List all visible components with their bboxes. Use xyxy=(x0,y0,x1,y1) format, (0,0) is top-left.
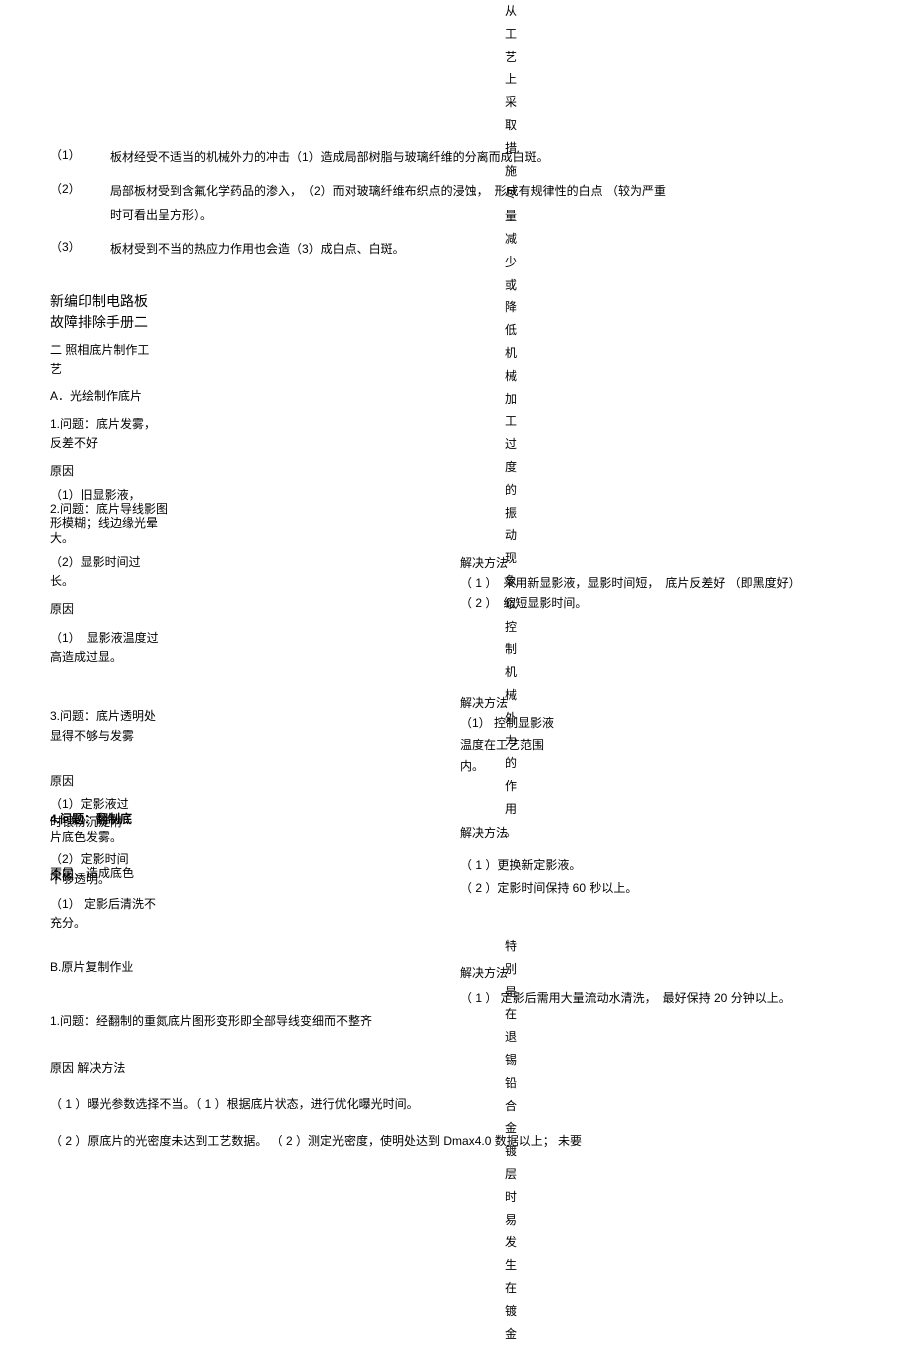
item-3-num: （3） xyxy=(50,237,110,261)
cause-solve-label: 原因 解决方法 xyxy=(50,1058,870,1080)
solve-1a: （ 1 ） 采用新显影液，显影时间短， 底片反差好 （即黑度好） xyxy=(460,573,801,595)
solve-label-3: 解决方法 xyxy=(460,823,508,845)
item-1-num: （1） xyxy=(50,145,110,169)
cause-3-overlap: （1）定影液过 4.问题：翻制底 时银粉沉淀附 片底色发雾。 xyxy=(50,797,170,844)
b1b: （ 2 ）原底片的光密度未达到工艺数据。 （ 2 ）测定光密度，使明处达到 Dm… xyxy=(50,1131,870,1153)
question-3: 3.问题：底片透明处显得不够与发雾 xyxy=(50,707,160,745)
item-2: （2） 局部板材受到含氟化学药品的渗入， （2）而对玻璃纤维布织点的浸蚀， 形成… xyxy=(50,179,870,227)
solve-2a: （1） 控制显影液温度在工艺范围内。 xyxy=(460,713,560,778)
section-A: A．光绘制作底片 xyxy=(50,387,160,406)
c1a: （1）旧显影液， xyxy=(50,488,170,502)
item-2-content: 局部板材受到含氟化学药品的渗入， （2）而对玻璃纤维布织点的浸蚀， 形成有规律性… xyxy=(110,179,870,227)
solve-label-2: 解决方法 xyxy=(460,693,508,715)
cause-1-overlap: （1）旧显影液， 2.问题：底片导线影图形模糊；线边缘光晕大。 xyxy=(50,488,170,546)
c3h: 不够透明。 xyxy=(50,872,170,886)
solve-1b: （ 2 ） 缩短显影时间。 xyxy=(460,593,587,615)
c3a: （1）定影液过 xyxy=(50,797,170,811)
c1b: 2.问题：底片导线影图形模糊；线边缘光晕大。 xyxy=(50,502,170,545)
main-title: 新编印制电路板故障排除手册二 xyxy=(50,291,160,333)
c3e: （2）定影时间 xyxy=(50,852,170,866)
c3c: 时银粉沉淀附 xyxy=(50,815,170,829)
b1a: （ 1 ）曝光参数选择不当。（ 1 ）根据底片状态，进行优化曝光时间。 xyxy=(50,1094,870,1116)
c1d: （1） 显影液温度过高造成过显。 xyxy=(50,629,160,667)
item-3: （3） 板材受到不当的热应力作用也会造（3）成白点、白斑。 xyxy=(50,237,870,261)
vertical-text-2: 特别是在退锡铅合金镀层时易发生在镀金 xyxy=(505,935,523,1345)
solve-label-4: 解决方法 xyxy=(460,963,508,985)
item-2-num: （2） xyxy=(50,179,110,227)
cause-label-1: 原因 xyxy=(50,461,870,483)
c3i: （1） 定影后清洗不充分。 xyxy=(50,895,160,933)
question-B1: 1.问题：经翻制的重氮底片图形变形即全部导线变细而不整齐 xyxy=(50,1011,870,1033)
solve-3a: （ 1 ）更换新定影液。 xyxy=(460,855,581,877)
solve-3b: （ 2 ）定影时间保持 60 秒以上。 xyxy=(460,878,637,900)
solve-label-1: 解决方法 xyxy=(460,553,508,575)
c1c: （2）显影时间过长。 xyxy=(50,553,160,591)
cause-3-overlap2: （2）定影时间 不足，造成底色 原因 不够透明。 xyxy=(50,852,170,887)
item-1: （1） 板材经受不适当的机械外力的冲击（1）造成局部树脂与玻璃纤维的分离而成白斑… xyxy=(50,145,870,169)
item-3-content: 板材受到不当的热应力作用也会造（3）成白点、白斑。 xyxy=(110,237,870,261)
section-2: 二 照相底片制作工艺 xyxy=(50,341,160,379)
c3d: 片底色发雾。 xyxy=(50,830,170,844)
item-1-content: 板材经受不适当的机械外力的冲击（1）造成局部树脂与玻璃纤维的分离而成白斑。 xyxy=(110,145,870,169)
question-1: 1.问题：底片发雾，反差不好 xyxy=(50,415,160,453)
